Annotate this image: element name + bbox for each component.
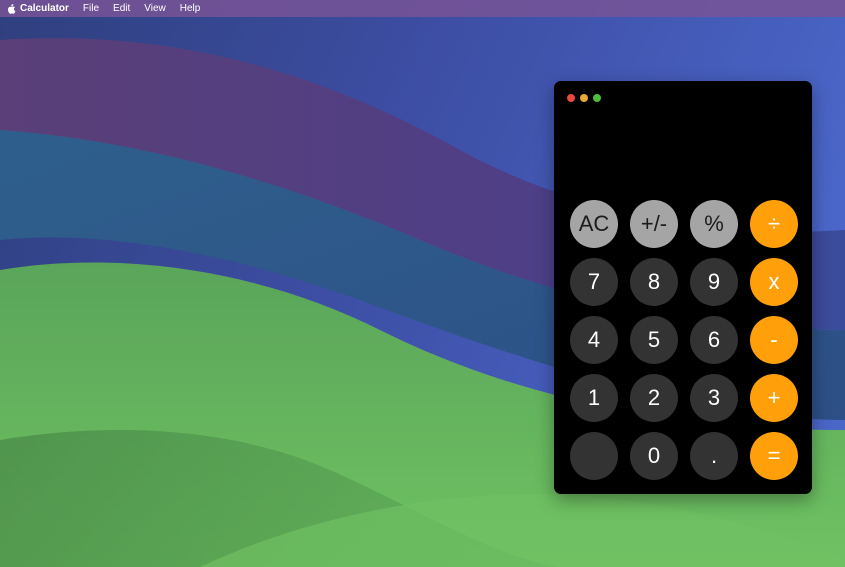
subtract-button[interactable]: - xyxy=(750,316,798,364)
digit-0-button[interactable]: 0 xyxy=(630,432,678,480)
decimal-button[interactable]: . xyxy=(690,432,738,480)
minimize-window-button[interactable] xyxy=(580,94,588,102)
digit-4-button[interactable]: 4 xyxy=(570,316,618,364)
digit-9-button[interactable]: 9 xyxy=(690,258,738,306)
desktop: Calculator File Edit View Help AC +/-% ÷ 7 8… xyxy=(0,0,845,567)
apple-icon[interactable] xyxy=(7,3,16,14)
close-window-button[interactable] xyxy=(567,94,575,102)
maximize-window-button[interactable] xyxy=(593,94,601,102)
digit-8-button[interactable]: 8 xyxy=(630,258,678,306)
digit-3-button[interactable]: 3 xyxy=(690,374,738,422)
digit-1-button[interactable]: 1 xyxy=(570,374,618,422)
blank-button[interactable] xyxy=(570,432,618,480)
percent-button[interactable]: % xyxy=(690,200,738,248)
clear-button[interactable]: AC xyxy=(570,200,618,248)
add-button[interactable]: + xyxy=(750,374,798,422)
digit-7-button[interactable]: 7 xyxy=(570,258,618,306)
app-name-menu[interactable]: Calculator xyxy=(20,3,69,14)
menu-help[interactable]: Help xyxy=(180,3,201,14)
divide-button[interactable]: ÷ xyxy=(750,200,798,248)
multiply-button[interactable]: x xyxy=(750,258,798,306)
calculator-window: AC +/-% ÷ 7 8 9 x 4 5 6- 1 2 3 +0. = xyxy=(554,81,812,494)
menu-bar: Calculator File Edit View Help xyxy=(0,0,845,17)
digit-2-button[interactable]: 2 xyxy=(630,374,678,422)
digit-5-button[interactable]: 5 xyxy=(630,316,678,364)
menu-edit[interactable]: Edit xyxy=(113,3,130,14)
keypad: AC +/-% ÷ 7 8 9 x 4 5 6- 1 2 3 +0. = xyxy=(570,200,798,480)
calculator-display xyxy=(570,117,796,187)
equals-button[interactable]: = xyxy=(750,432,798,480)
digit-6-button[interactable]: 6 xyxy=(690,316,738,364)
menu-file[interactable]: File xyxy=(83,3,99,14)
menu-view[interactable]: View xyxy=(144,3,166,14)
sign-toggle-button[interactable]: +/- xyxy=(630,200,678,248)
